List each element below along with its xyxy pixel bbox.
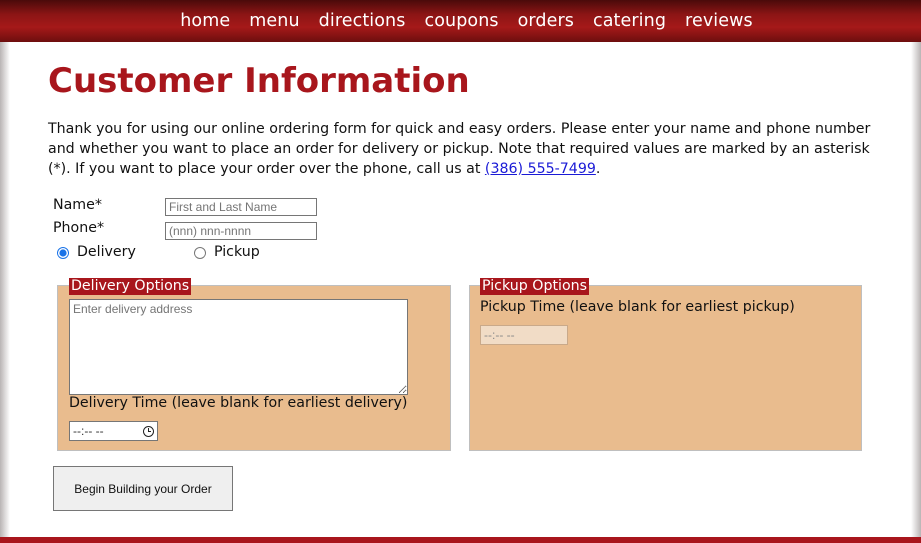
phone-label: Phone* [53,220,105,236]
nav-item-home[interactable]: home [180,11,230,31]
delivery-options-panel: Delivery Options Delivery Time (leave bl… [57,278,451,451]
delivery-address-input[interactable] [69,299,408,395]
clock-icon[interactable] [143,425,154,437]
pickup-options-panel: Pickup Options Pickup Time (leave blank … [469,278,862,451]
intro-paragraph: Thank you for using our online ordering … [48,119,878,179]
nav-item-orders[interactable]: orders [518,11,574,31]
pickup-time-input[interactable]: --:-- -- [480,325,568,345]
nav-item-reviews[interactable]: reviews [685,11,753,31]
phone-link[interactable]: (386) 555-7499 [485,161,596,177]
pickup-time-label: Pickup Time (leave blank for earliest pi… [480,299,795,315]
name-input[interactable] [165,198,317,216]
left-edge-shadow [0,42,10,537]
pickup-radio[interactable] [194,247,206,259]
delivery-options-legend: Delivery Options [69,278,192,295]
intro-text: Thank you for using our online ordering … [48,121,871,177]
pickup-radio-label: Pickup [214,244,260,260]
delivery-time-label: Delivery Time (leave blank for earliest … [69,395,408,411]
pickup-options-legend: Pickup Options [480,278,590,295]
nav-item-directions[interactable]: directions [319,11,406,31]
delivery-radio-label: Delivery [77,244,136,260]
name-label: Name* [53,197,102,213]
intro-end: . [595,161,601,177]
begin-order-button[interactable]: Begin Building your Order [53,466,233,511]
page-title: Customer Information [48,61,470,101]
nav-item-coupons[interactable]: coupons [424,11,498,31]
delivery-radio[interactable] [57,247,69,259]
nav-item-catering[interactable]: catering [593,11,666,31]
delivery-time-value: --:-- -- [73,424,104,438]
delivery-time-input[interactable]: --:-- -- [69,421,158,441]
phone-input[interactable] [165,222,317,240]
right-edge-shadow [911,42,921,537]
nav-list: home menu directions coupons orders cate… [180,11,753,31]
nav-item-menu[interactable]: menu [249,11,299,31]
top-navbar: home menu directions coupons orders cate… [0,0,921,42]
footer-bar [0,537,921,543]
pickup-time-value: --:-- -- [484,328,515,342]
